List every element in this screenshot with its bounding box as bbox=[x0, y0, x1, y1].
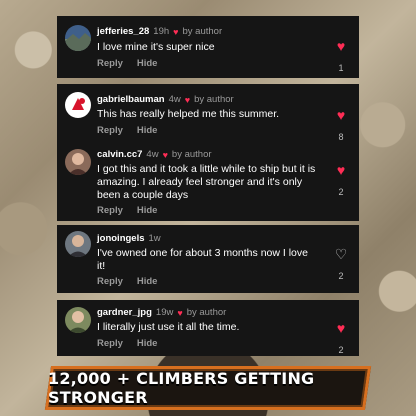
promo-banner-text: 12,000 + CLIMBERS GETTING STRONGER bbox=[48, 369, 315, 407]
author-heart-icon: ♥ bbox=[184, 94, 191, 105]
liked-by-author-label: by author bbox=[194, 94, 234, 105]
hide-button[interactable]: Hide bbox=[137, 125, 158, 136]
like-control: ♥ 2 bbox=[333, 321, 349, 355]
avatar[interactable] bbox=[65, 25, 91, 51]
liked-by-author-label: by author bbox=[182, 26, 223, 37]
like-count: 2 bbox=[338, 271, 344, 281]
comment-card: gardner_jpg 19w ♥ by author I literally … bbox=[57, 300, 359, 356]
reply-button[interactable]: Reply bbox=[97, 125, 123, 136]
username[interactable]: jefferies_28 bbox=[97, 26, 149, 37]
like-heart-outline-icon[interactable]: ♡ bbox=[333, 247, 349, 261]
comment-card: gabrielbauman 4w ♥ by author This has re… bbox=[57, 84, 359, 144]
hide-button[interactable]: Hide bbox=[137, 205, 158, 216]
like-control: ♥ 1 bbox=[333, 39, 349, 73]
liked-by-author-label: by author bbox=[171, 149, 212, 160]
avatar[interactable] bbox=[65, 307, 91, 333]
hide-button[interactable]: Hide bbox=[137, 338, 158, 349]
comment-meta: gabrielbauman 4w ♥ by author bbox=[97, 94, 234, 105]
like-control: ♡ 2 bbox=[333, 247, 349, 281]
username[interactable]: jonoingels bbox=[97, 233, 145, 244]
comment-text: I love mine it's super nice bbox=[97, 41, 215, 53]
comment-card: jefferies_28 19h ♥ by author I love mine… bbox=[57, 16, 359, 78]
username[interactable]: gabrielbauman bbox=[97, 94, 165, 105]
comment-card: jonoingels 1w I've owned one for about 3… bbox=[57, 225, 359, 293]
like-count: 2 bbox=[338, 345, 344, 355]
reply-button[interactable]: Reply bbox=[97, 205, 123, 216]
like-heart-icon[interactable]: ♥ bbox=[333, 321, 349, 335]
comment-actions: Reply Hide bbox=[97, 205, 157, 216]
like-control: ♥ 2 bbox=[333, 163, 349, 197]
comment-card: calvin.cc7 4w ♥ by author I got this and… bbox=[57, 143, 359, 221]
comment-text: I got this and it took a little while to… bbox=[97, 163, 316, 201]
like-heart-icon[interactable]: ♥ bbox=[333, 39, 349, 53]
comment-meta: gardner_jpg 19w ♥ by author bbox=[97, 307, 226, 318]
comment-actions: Reply Hide bbox=[97, 276, 157, 287]
reply-button[interactable]: Reply bbox=[97, 276, 123, 287]
reply-button[interactable]: Reply bbox=[97, 338, 123, 349]
timestamp: 19w bbox=[155, 307, 174, 318]
timestamp: 4w bbox=[146, 149, 159, 160]
comment-text: I've owned one for about 3 months now I … bbox=[97, 247, 308, 272]
username[interactable]: calvin.cc7 bbox=[97, 149, 142, 160]
avatar[interactable] bbox=[65, 92, 91, 118]
hide-button[interactable]: Hide bbox=[137, 58, 158, 69]
timestamp: 1w bbox=[148, 233, 161, 244]
like-count: 8 bbox=[338, 132, 344, 142]
avatar[interactable] bbox=[65, 231, 91, 257]
hide-button[interactable]: Hide bbox=[137, 276, 158, 287]
username[interactable]: gardner_jpg bbox=[97, 307, 152, 318]
comment-actions: Reply Hide bbox=[97, 125, 157, 136]
avatar[interactable] bbox=[65, 149, 91, 175]
like-heart-icon[interactable]: ♥ bbox=[333, 108, 349, 122]
author-heart-icon: ♥ bbox=[177, 307, 183, 318]
comment-actions: Reply Hide bbox=[97, 338, 157, 349]
comment-text: This has really helped me this summer. bbox=[97, 108, 280, 120]
like-control: ♥ 8 bbox=[333, 108, 349, 142]
comment-meta: jonoingels 1w bbox=[97, 233, 161, 244]
comment-meta: calvin.cc7 4w ♥ by author bbox=[97, 149, 212, 160]
like-count: 1 bbox=[338, 63, 344, 73]
timestamp: 19h bbox=[153, 26, 170, 37]
comment-meta: jefferies_28 19h ♥ by author bbox=[97, 26, 222, 37]
timestamp: 4w bbox=[168, 94, 181, 105]
author-heart-icon: ♥ bbox=[162, 149, 168, 160]
comment-text: I literally just use it all the time. bbox=[97, 321, 240, 333]
like-count: 2 bbox=[338, 187, 344, 197]
comment-actions: Reply Hide bbox=[97, 58, 157, 69]
like-heart-icon[interactable]: ♥ bbox=[333, 163, 349, 177]
author-heart-icon: ♥ bbox=[173, 26, 179, 37]
liked-by-author-label: by author bbox=[186, 307, 227, 318]
reply-button[interactable]: Reply bbox=[97, 58, 123, 69]
